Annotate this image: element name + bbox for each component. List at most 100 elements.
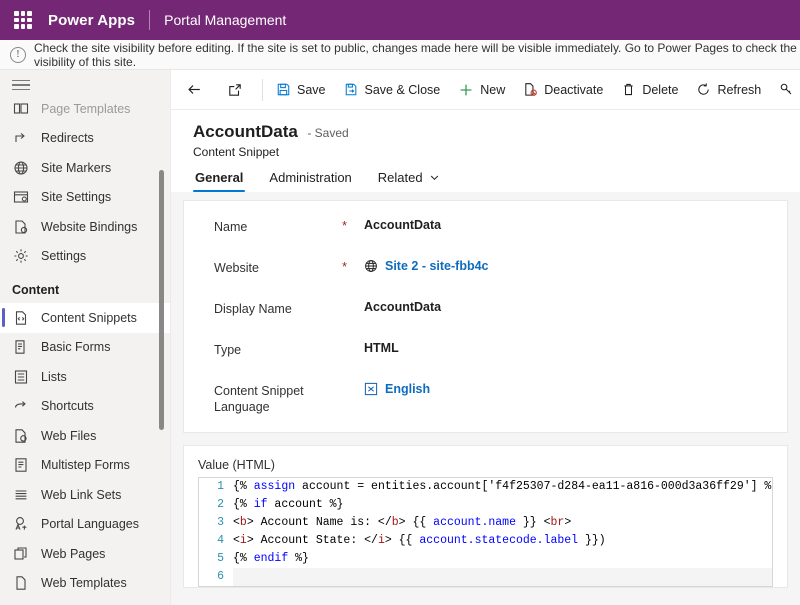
sidebar-item-web-templates[interactable]: Web Templates — [0, 569, 170, 599]
web-page-icon — [12, 545, 30, 563]
field-value[interactable]: HTML — [364, 340, 399, 355]
sidebar-item-portal-languages[interactable]: Portal Languages — [0, 510, 170, 540]
globe-icon — [364, 259, 378, 273]
value-html-card: Value (HTML) 1 {% assign account = entit… — [183, 445, 788, 588]
field-label: Content Snippet Language — [214, 381, 342, 415]
sidebar-scrollbar[interactable] — [159, 170, 164, 430]
gear-icon — [12, 247, 30, 265]
required-marker — [342, 381, 364, 382]
sidebar-item-site-settings[interactable]: Site Settings — [0, 183, 170, 213]
tab-related[interactable]: Related — [376, 170, 442, 192]
code-line[interactable]: {% if account %} — [233, 496, 343, 514]
app-name-label[interactable]: Portal Management — [164, 12, 286, 28]
sidebar-item-label: Page Templates — [41, 102, 130, 116]
language-link[interactable]: English — [385, 382, 430, 396]
value-html-label: Value (HTML) — [198, 458, 773, 472]
sidebar-item-label: Redirects — [41, 131, 94, 145]
back-button[interactable] — [177, 74, 218, 106]
brand-title[interactable]: Power Apps — [48, 12, 135, 29]
entity-type-label: Content Snippet — [193, 145, 800, 159]
line-number: 6 — [199, 568, 233, 586]
website-link[interactable]: Site 2 - site-fbb4c — [385, 259, 489, 273]
site-settings-icon — [12, 188, 30, 206]
back-arrow-icon — [186, 81, 203, 98]
sidebar-group-content: Content — [0, 271, 170, 303]
code-editor-row: 1 {% assign account = entities.account['… — [199, 478, 772, 496]
sidebar-item-site-markers[interactable]: Site Markers — [0, 153, 170, 183]
form-tabs: General Administration Related — [171, 170, 800, 192]
chevron-down-icon — [429, 172, 440, 183]
code-line[interactable]: <b> Account Name is: </b> {{ account.nam… — [233, 514, 571, 532]
command-divider — [262, 79, 263, 101]
sidebar-item-multistep-forms[interactable]: Multistep Forms — [0, 451, 170, 481]
tab-administration[interactable]: Administration — [267, 170, 353, 192]
sidebar-item-label: Website Bindings — [41, 220, 137, 234]
website-bindings-icon — [12, 218, 30, 236]
save-and-close-button[interactable]: Save & Close — [335, 74, 450, 106]
code-line[interactable]: {% assign account = entities.account['f4… — [233, 478, 773, 496]
required-marker — [342, 299, 364, 300]
sidebar-item-label: Multistep Forms — [41, 458, 130, 472]
command-label: New — [480, 83, 505, 97]
field-value-wrap: Site 2 - site-fbb4c — [364, 258, 489, 273]
form-header: AccountData - Saved Content Snippet — [171, 110, 800, 159]
sidebar-item-web-pages[interactable]: Web Pages — [0, 539, 170, 569]
save-and-close-icon — [344, 82, 359, 97]
required-marker — [342, 340, 364, 341]
code-editor[interactable]: 1 {% assign account = entities.account['… — [198, 477, 773, 587]
web-link-set-icon — [12, 486, 30, 504]
command-label: Refresh — [717, 83, 761, 97]
code-line[interactable]: {% endif %} — [233, 550, 309, 568]
sidebar-item-label: Shortcuts — [41, 399, 94, 413]
sidebar-item-label: Web Pages — [41, 547, 105, 561]
sidebar-item-redirects[interactable]: Redirects — [0, 124, 170, 154]
sidebar-item-label: Basic Forms — [41, 340, 110, 354]
field-value[interactable]: AccountData — [364, 217, 441, 232]
plus-icon — [458, 82, 474, 98]
globe-icon — [12, 159, 30, 177]
refresh-button[interactable]: Refresh — [687, 74, 770, 106]
info-circle-icon: ! — [10, 47, 26, 63]
sidebar-item-lists[interactable]: Lists — [0, 362, 170, 392]
language-icon — [364, 382, 378, 396]
code-editor-row: 2 {% if account %} — [199, 496, 772, 514]
hamburger-menu-icon[interactable] — [12, 77, 30, 94]
field-label: Type — [214, 340, 342, 358]
app-launcher-icon[interactable] — [12, 9, 34, 31]
app-shell: Page Templates Redirects Site Markers — [0, 70, 800, 605]
sidebar-nav: Page Templates Redirects Site Markers — [0, 94, 170, 605]
sidebar-item-web-files[interactable]: Web Files — [0, 421, 170, 451]
open-in-new-window-button[interactable] — [218, 74, 258, 106]
sidebar-item-website-bindings[interactable]: Website Bindings — [0, 212, 170, 242]
multistep-form-icon — [12, 456, 30, 474]
list-icon — [12, 368, 30, 386]
deactivate-button[interactable]: Deactivate — [514, 74, 612, 106]
code-editor-row: 4 <i> Account State: </i> {{ account.sta… — [199, 532, 772, 550]
tab-general[interactable]: General — [193, 170, 245, 192]
refresh-icon — [696, 82, 711, 97]
save-button[interactable]: Save — [267, 74, 335, 106]
field-label: Display Name — [214, 299, 342, 317]
basic-form-icon — [12, 338, 30, 356]
line-number: 2 — [199, 496, 233, 514]
tab-label: General — [195, 170, 243, 185]
code-line[interactable]: <i> Account State: </i> {{ account.state… — [233, 532, 606, 550]
code-editor-row: 5 {% endif %} — [199, 550, 772, 568]
check-access-button[interactable]: Check Acc — [770, 74, 800, 106]
new-button[interactable]: New — [449, 74, 514, 106]
sidebar-item-page-templates[interactable]: Page Templates — [0, 94, 170, 124]
web-template-icon — [12, 574, 30, 592]
deactivate-icon — [523, 82, 538, 97]
delete-button[interactable]: Delete — [612, 74, 687, 106]
field-name: Name * AccountData — [184, 217, 787, 258]
field-value[interactable]: AccountData — [364, 299, 441, 314]
code-line[interactable] — [233, 568, 772, 586]
sidebar-item-label: Site Markers — [41, 161, 111, 175]
sidebar-item-shortcuts[interactable]: Shortcuts — [0, 392, 170, 422]
sidebar-item-basic-forms[interactable]: Basic Forms — [0, 333, 170, 363]
save-disk-icon — [276, 82, 291, 97]
notice-text: Check the site visibility before editing… — [34, 41, 800, 69]
sidebar-item-content-snippets[interactable]: Content Snippets — [0, 303, 170, 333]
sidebar-item-settings[interactable]: Settings — [0, 242, 170, 272]
sidebar-item-web-link-sets[interactable]: Web Link Sets — [0, 480, 170, 510]
